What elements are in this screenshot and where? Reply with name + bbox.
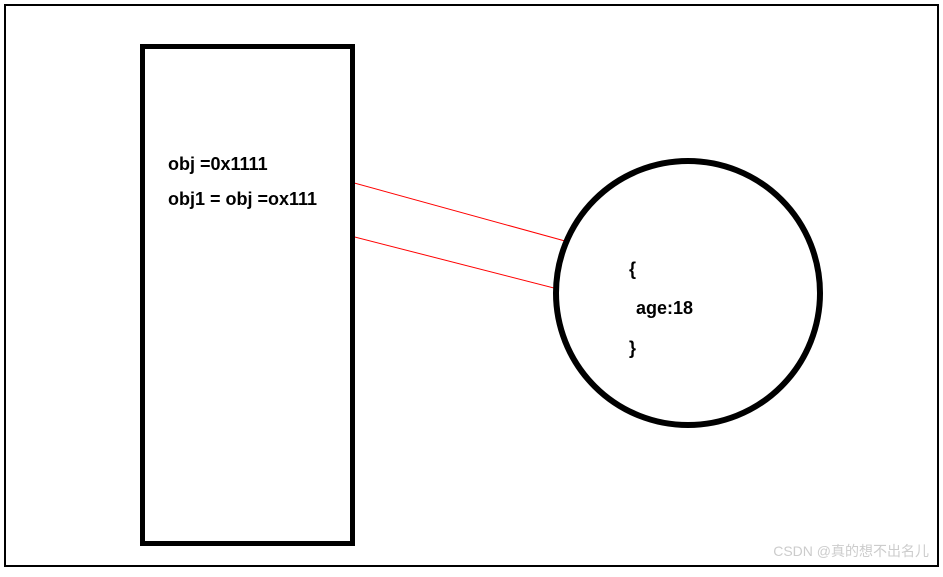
watermark-text: CSDN @真的想不出名儿 bbox=[773, 541, 929, 561]
diagram-frame: obj =0x1111 obj1 = obj =ox111 { age:18 } bbox=[4, 4, 939, 567]
object-brace-open: { bbox=[629, 259, 636, 280]
object-property-age: age:18 bbox=[636, 298, 693, 319]
heap-circle bbox=[553, 158, 823, 428]
obj-assignment-text: obj =0x1111 bbox=[168, 154, 268, 175]
stack-rectangle bbox=[140, 44, 355, 546]
obj1-assignment-text: obj1 = obj =ox111 bbox=[168, 189, 317, 210]
object-brace-close: } bbox=[629, 338, 636, 359]
